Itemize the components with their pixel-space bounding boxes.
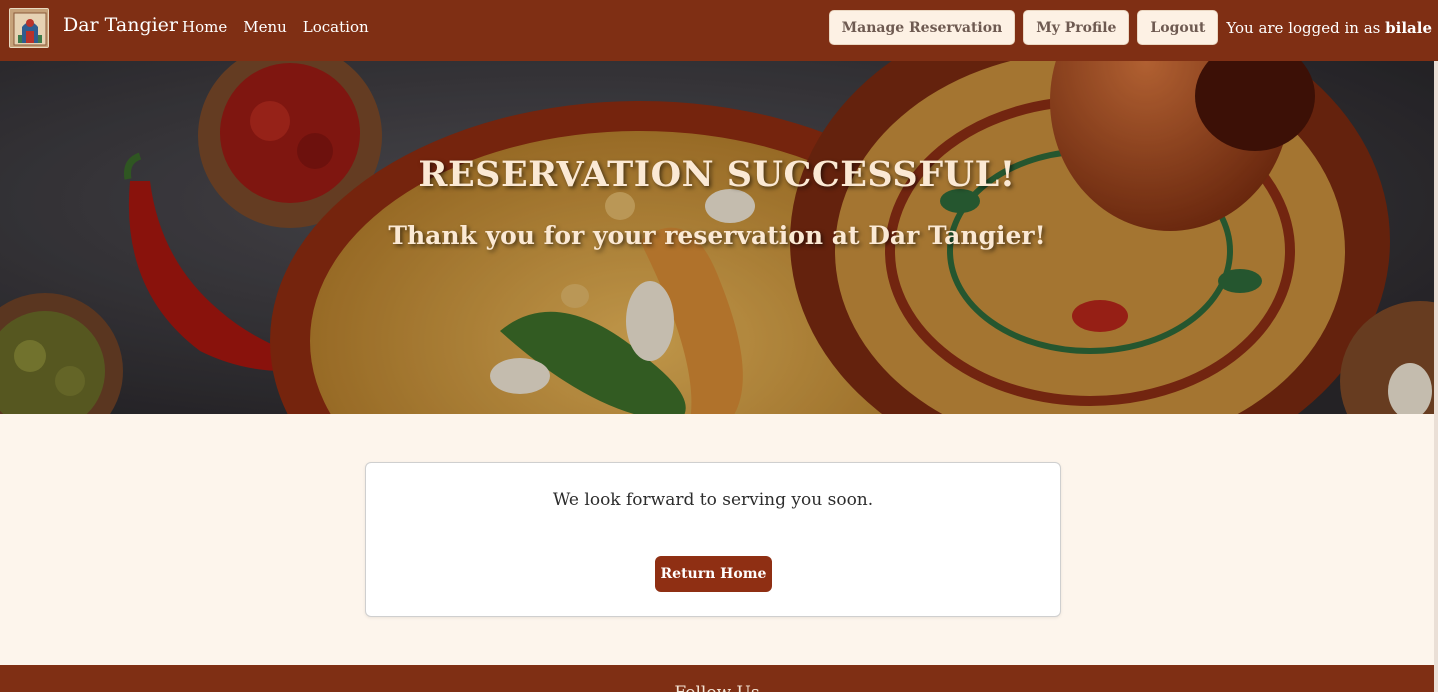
main-nav: Home Menu Location (182, 18, 369, 36)
logout-button[interactable]: Logout (1137, 10, 1219, 45)
logged-in-status: You are logged in as bilale (1226, 19, 1432, 37)
page-scrollbar[interactable] (1434, 61, 1438, 692)
brand-name[interactable]: Dar Tangier (63, 14, 178, 36)
hero-subtitle: Thank you for your reservation at Dar Ta… (388, 221, 1046, 250)
nav-link-location[interactable]: Location (303, 18, 369, 36)
nav-link-home[interactable]: Home (182, 18, 227, 36)
return-home-button[interactable]: Return Home (655, 556, 772, 592)
hero-banner: RESERVATION SUCCESSFUL! Thank you for yo… (0, 61, 1434, 414)
top-navbar: Dar Tangier Home Menu Location Manage Re… (0, 0, 1438, 61)
footer: Follow Us (0, 665, 1434, 692)
nav-link-menu[interactable]: Menu (243, 18, 287, 36)
my-profile-button[interactable]: My Profile (1023, 10, 1130, 45)
confirmation-message: We look forward to serving you soon. (552, 490, 874, 510)
logged-in-label: You are logged in as (1226, 18, 1381, 37)
manage-reservation-button[interactable]: Manage Reservation (828, 10, 1016, 45)
confirmation-card: We look forward to serving you soon. Ret… (365, 462, 1061, 617)
nav-actions: Manage Reservation My Profile Logout You… (828, 10, 1432, 45)
hero-title: RESERVATION SUCCESSFUL! (418, 154, 1016, 195)
restaurant-logo-icon[interactable] (9, 8, 49, 48)
footer-follow-us-heading: Follow Us (0, 683, 1434, 692)
username: bilale (1385, 18, 1432, 37)
